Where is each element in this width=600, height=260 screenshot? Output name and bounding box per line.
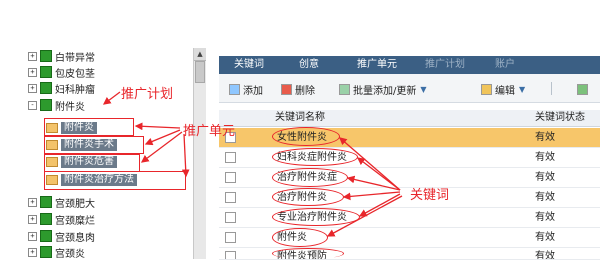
annotation-arrows — [102, 91, 403, 237]
annotation-unit: 推广单元 — [183, 124, 236, 139]
annotation-keyword: 关键词 — [410, 188, 450, 203]
annotation-plan: 推广计划 — [121, 87, 174, 102]
